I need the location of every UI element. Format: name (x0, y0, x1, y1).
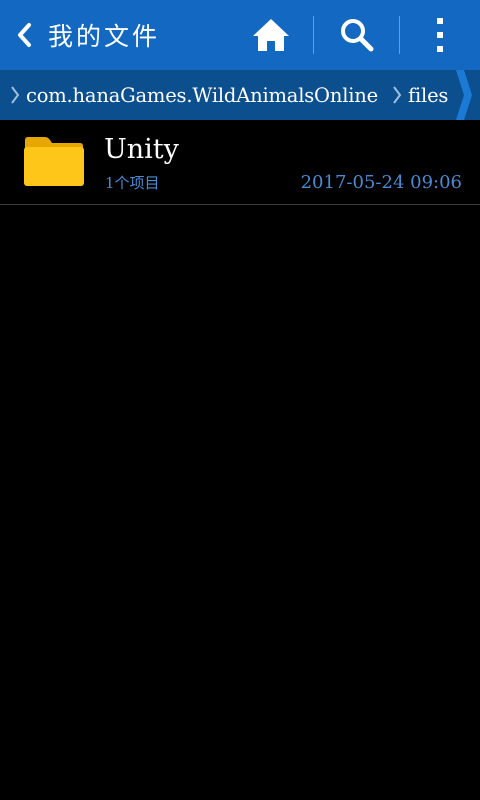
search-button[interactable] (314, 0, 399, 70)
item-name: Unity (104, 134, 179, 165)
breadcrumb-item-package[interactable]: com.hanaGames.WildAnimalsOnline (26, 84, 378, 107)
top-actions (228, 0, 480, 70)
chevron-right-icon (386, 70, 408, 120)
breadcrumb: . com.hanaGames.WildAnimalsOnline files (0, 70, 480, 120)
item-count: 1个项目 (105, 174, 160, 192)
more-vertical-icon (437, 18, 443, 52)
page-title: 我的文件 (48, 22, 161, 51)
breadcrumb-item-files[interactable]: files (408, 84, 448, 107)
home-button[interactable] (228, 0, 313, 70)
action-bar: 我的文件 (0, 0, 480, 70)
breadcrumb-current-marker-icon (456, 70, 476, 120)
more-options-button[interactable] (400, 0, 480, 70)
folder-icon (24, 137, 84, 186)
chevron-right-icon (4, 70, 26, 120)
back-button[interactable] (4, 0, 44, 70)
chevron-left-icon (18, 23, 31, 47)
item-date: 2017-05-24 09:06 (300, 172, 462, 193)
file-list: Unity 1个项目 2017-05-24 09:06 (0, 120, 480, 205)
home-icon (252, 19, 289, 51)
list-item[interactable]: Unity 1个项目 2017-05-24 09:06 (0, 120, 480, 205)
search-icon (340, 19, 373, 52)
